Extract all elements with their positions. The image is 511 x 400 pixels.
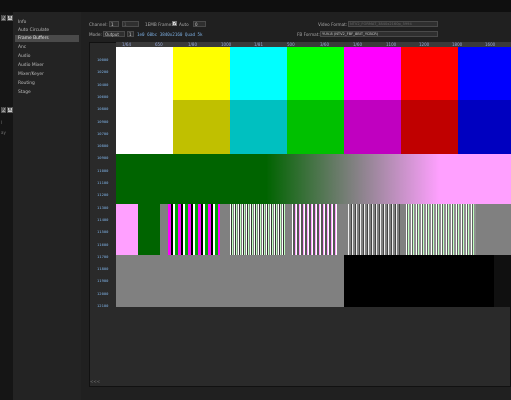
close-icon-2[interactable]: X	[7, 107, 13, 113]
y-tick: 10700	[97, 130, 109, 136]
channel-count-field[interactable]: 1	[122, 21, 139, 27]
channel-label: Channel:	[89, 22, 108, 27]
y-tick: 10000	[97, 57, 109, 62]
fb-format-label: FB Format:	[297, 32, 320, 37]
format-readout: 1e0 60bc 3840x2160 Quad 5k	[137, 32, 203, 37]
mode-select[interactable]: Output	[103, 31, 125, 37]
window-controls[interactable]: K X	[1, 15, 13, 21]
sidebar-item-mixer-keyer[interactable]: Mixer/Keyer	[15, 71, 79, 78]
blue-75-bar	[458, 100, 511, 154]
y-tick: 11300	[97, 204, 109, 210]
magenta-bar	[344, 47, 401, 100]
sidebar-item-info[interactable]: Info	[15, 19, 79, 26]
fine-stripes-3	[348, 204, 400, 255]
y-tick: 11000	[97, 167, 109, 173]
red-75-bar	[401, 100, 458, 154]
y-tick: 11200	[97, 192, 109, 198]
mode-label: Mode:	[89, 32, 102, 37]
y-tick: 10900	[97, 118, 109, 124]
near-black-block	[494, 255, 511, 307]
y-tick: 11600	[97, 241, 109, 247]
gradient-band	[116, 154, 511, 204]
y-tick: 11700	[97, 253, 109, 259]
sidebar-item-routing[interactable]: Routing	[15, 80, 79, 87]
fine-stripes-1	[230, 204, 285, 255]
y-tick: 10900	[97, 155, 109, 161]
ebmb-label: 1EMB Frame:	[145, 22, 173, 27]
sidebar: Info Auto Circulate Frame Buffers Anc Au…	[13, 12, 82, 400]
minimize-icon-2[interactable]: K	[1, 107, 7, 113]
sidebar-item-audio-mixer[interactable]: Audio Mixer	[15, 62, 79, 69]
fine-stripes-2	[292, 204, 337, 255]
video-format-select[interactable]: NTV2_FORMAT_3840x2160p_5994	[348, 21, 438, 27]
sidebar-item-audio[interactable]: Audio	[15, 53, 79, 60]
minimize-icon[interactable]: K	[1, 15, 7, 21]
cyan-75-bar	[230, 100, 287, 154]
yellow-75-bar	[173, 100, 230, 154]
gray-block	[116, 255, 344, 307]
y-tick: 11500	[97, 229, 109, 235]
y-tick: 12000	[97, 290, 109, 296]
blue-bar	[458, 47, 511, 100]
magenta-75-bar	[344, 100, 401, 154]
sidebar-item-anc[interactable]: Anc	[15, 44, 79, 51]
yellow-bar	[173, 47, 230, 100]
y-tick: 11400	[97, 216, 109, 222]
strip-label-a: I	[1, 120, 3, 125]
left-tool-strip: K X K X I ay	[0, 12, 13, 400]
auto-checkbox[interactable]: ✓	[172, 21, 177, 27]
close-icon[interactable]: X	[7, 15, 13, 21]
status-text: <<<	[90, 379, 101, 384]
strip-label-b: ay	[1, 130, 6, 135]
fine-stripes-4	[406, 204, 476, 255]
fb-format-select[interactable]: YUV-8 (NTV2_FBF_8BIT_YCBCR)	[320, 31, 438, 37]
green-75-bar	[287, 100, 344, 154]
y-tick: 11100	[97, 180, 109, 185]
window-title-bar	[0, 0, 511, 12]
sidebar-item-auto-circulate[interactable]: Auto Circulate	[15, 27, 79, 34]
black-block	[344, 255, 494, 307]
y-tick: 10400	[97, 81, 109, 87]
green-bar	[287, 47, 344, 100]
y-tick: 11800	[97, 266, 109, 272]
red-bar	[401, 47, 458, 100]
mode-number-field[interactable]: 1	[127, 31, 134, 37]
sidebar-item-stage[interactable]: Stage	[15, 89, 79, 96]
window-controls-2[interactable]: K X	[1, 107, 13, 113]
green-block	[138, 204, 160, 255]
y-tick: 10800	[97, 143, 109, 149]
color-stripes	[168, 204, 220, 255]
frame-buffer-image[interactable]	[116, 47, 511, 307]
pink-block	[116, 204, 138, 255]
y-tick: 10800	[97, 106, 109, 112]
auto-label: Auto	[179, 22, 189, 27]
video-format-label: Video Format:	[318, 22, 348, 27]
y-tick: 12100	[97, 303, 109, 308]
channel-select[interactable]: 1	[109, 21, 119, 27]
sidebar-item-frame-buffers[interactable]: Frame Buffers	[15, 35, 79, 42]
y-tick: 10200	[97, 69, 109, 75]
cyan-bar	[230, 47, 287, 100]
y-tick: 10600	[97, 93, 109, 99]
y-tick: 11900	[97, 278, 109, 284]
frame-stepper[interactable]: 0	[193, 21, 206, 27]
white-bar	[116, 47, 173, 154]
